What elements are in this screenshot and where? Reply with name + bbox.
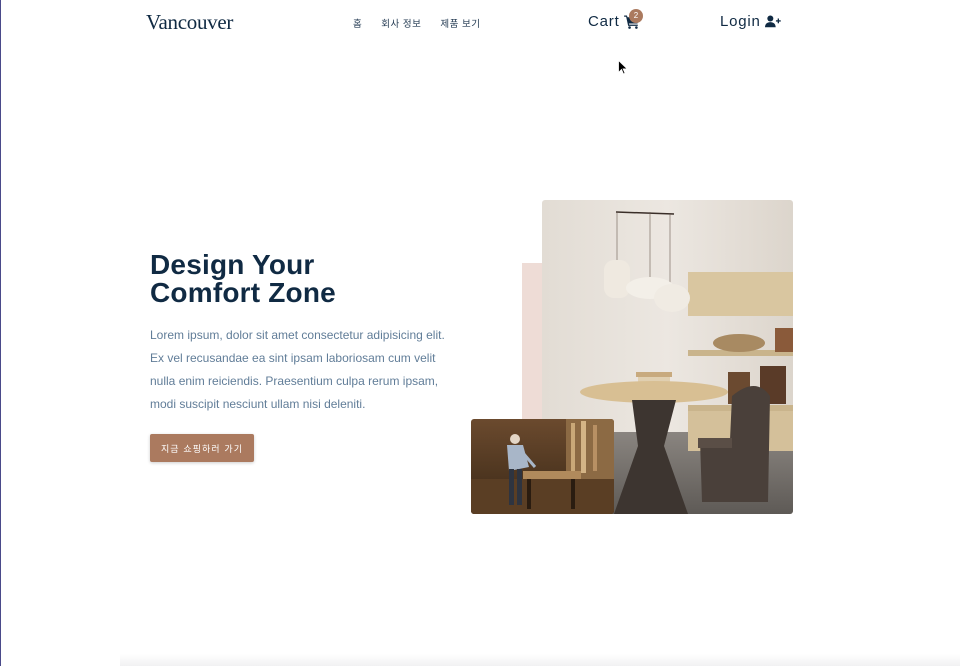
hero-title-line-2: Comfort Zone	[150, 277, 336, 308]
shop-now-button[interactable]: 지금 쇼핑하러 가기	[150, 434, 254, 462]
user-plus-icon	[764, 15, 781, 28]
hero-title-line-1: Design Your	[150, 249, 315, 280]
mouse-cursor-icon	[618, 60, 628, 75]
main-nav: 홈 회사 정보 제품 보기	[353, 16, 499, 30]
window-edge	[0, 0, 1, 666]
hero-description: Lorem ipsum, dolor sit amet consectetur …	[150, 328, 445, 411]
page-bottom-fade	[120, 654, 960, 666]
decorative-accent-block	[522, 263, 544, 423]
nav-link-about[interactable]: 회사 정보	[381, 16, 421, 30]
workshop-image	[471, 419, 614, 514]
nav-link-home[interactable]: 홈	[353, 16, 362, 30]
brand-logo[interactable]: Vancouver	[146, 10, 233, 35]
login-label: Login	[720, 13, 761, 30]
nav-link-products[interactable]: 제품 보기	[440, 16, 480, 30]
cart-count-badge: 2	[629, 9, 643, 23]
login-button[interactable]: Login	[720, 13, 781, 30]
cart-button[interactable]: Cart 2	[588, 9, 643, 30]
cart-label: Cart	[588, 13, 620, 30]
hero-title: Design Your Comfort Zone	[150, 251, 470, 307]
